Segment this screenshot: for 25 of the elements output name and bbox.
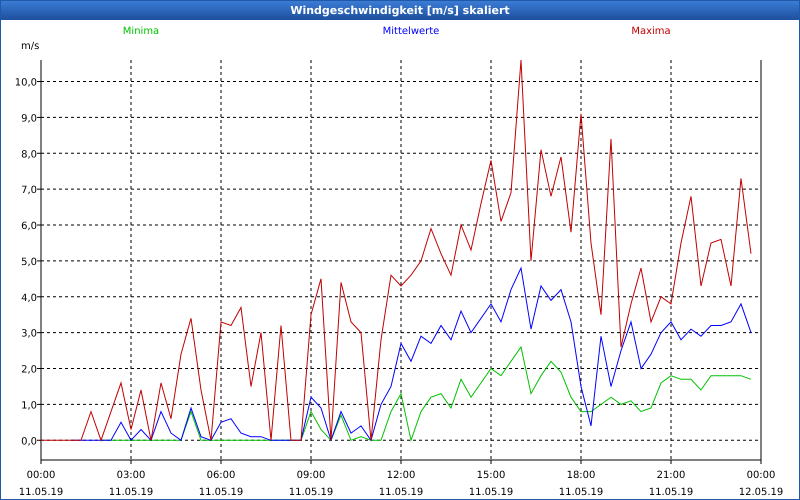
legend-label: Maxima [631,26,671,37]
x-tick-label: 18:00 11.05.19 [558,470,604,498]
y-axis-label: m/s [21,41,40,52]
x-tick-label: 21:00 11.05.19 [648,470,694,498]
y-tick-label: 7,0 [21,185,37,196]
y-tick-label: 3,0 [21,328,37,340]
y-tick-label: 9,0 [21,113,37,124]
window-title: Windgeschwindigkeit [m/s] skaliert [1,1,799,20]
y-tick-label: 2,0 [21,364,37,376]
y-tick-label: 1,0 [21,400,37,412]
y-tick-label: 4,0 [21,292,37,304]
y-tick-label: 6,0 [21,221,37,232]
y-tick-label: 5,0 [21,256,37,268]
y-tick-label: 10,0 [14,78,37,89]
x-tick-label: 09:00 11.05.19 [288,470,334,498]
y-tick-label: 8,0 [21,149,37,160]
x-tick-label: 00:00 11.05.19 [18,470,64,498]
x-tick-label: 03:00 11.05.19 [108,470,154,498]
x-tick-label: 12:00 11.05.19 [378,470,424,498]
x-tick-label: 06:00 11.05.19 [198,470,244,498]
x-tick-label: 15:00 11.05.19 [468,470,514,498]
legend-label: Mittelwerte [382,26,440,37]
legend-label: Minima [122,26,160,37]
y-tick-label: 0,0 [21,436,37,448]
x-tick-label: 00:00 12.05.19 [738,470,784,498]
